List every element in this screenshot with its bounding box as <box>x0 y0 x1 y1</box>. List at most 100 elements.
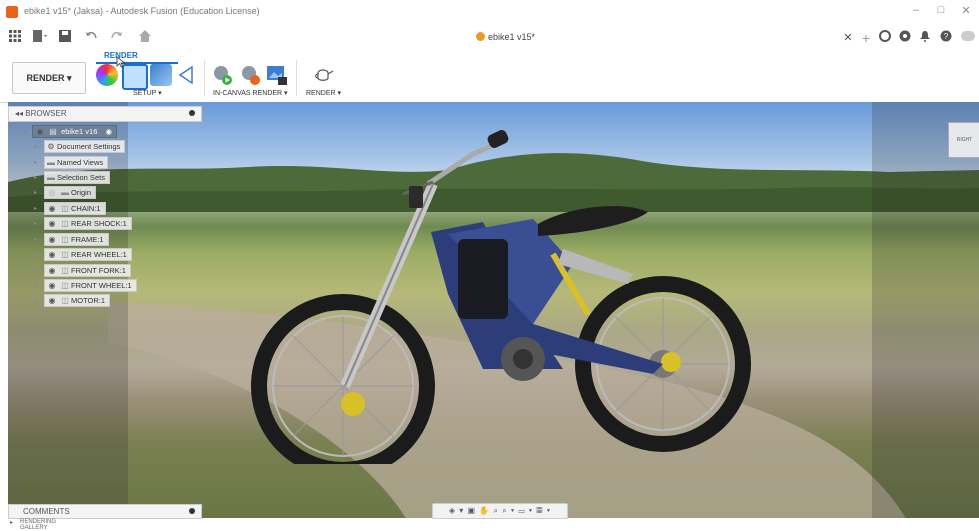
browser-item-origin[interactable]: ◎ ▬ Origin <box>44 186 97 199</box>
render-teapot-icon[interactable] <box>313 64 335 86</box>
rendering-gallery-bar[interactable]: ▸ RENDERING GALLERY <box>0 519 979 531</box>
account-icon[interactable] <box>960 30 976 46</box>
minimize-button[interactable]: – <box>905 4 927 16</box>
pin-icon[interactable] <box>189 110 195 116</box>
maximize-button[interactable]: □ <box>930 4 952 16</box>
file-icon[interactable] <box>30 30 50 44</box>
browser-item-motor[interactable]: ◉ ◫ MOTOR:1 <box>44 294 111 307</box>
expand-node-icon[interactable]: ▸ <box>34 143 37 150</box>
gear-icon: ⚙ <box>47 142 55 151</box>
grid-icon[interactable] <box>8 30 22 44</box>
browser-item-label: Selection Sets <box>57 173 105 182</box>
expand-node-icon[interactable]: ▸ <box>34 297 37 304</box>
view-cube[interactable]: RIGHT <box>948 122 979 158</box>
browser-item-label: FRONT WHEEL:1 <box>71 281 132 290</box>
browser-title-text: BROWSER <box>25 109 67 118</box>
browser-item-document-settings[interactable]: ⚙ Document Settings <box>44 140 126 153</box>
expand-root-icon[interactable]: ◢ <box>22 128 27 135</box>
browser-item-rear-wheel[interactable]: ◉ ◫ REAR WHEEL:1 <box>44 248 132 261</box>
ribbon-separator <box>296 60 297 96</box>
pin-icon[interactable] <box>189 508 195 514</box>
visibility-eye-icon[interactable]: ◉ <box>45 280 59 291</box>
browser-item-chain[interactable]: ◉ ◫ CHAIN:1 <box>44 202 106 215</box>
browser-item-front-wheel[interactable]: ◉ ◫ FRONT WHEEL:1 <box>44 279 137 292</box>
expand-node-icon[interactable]: ▸ <box>34 282 37 289</box>
ribbon: RENDER RENDER ▾ SETUP ▾ IN-CANVAS RENDER… <box>0 51 979 103</box>
browser-item-label: Document Settings <box>57 142 121 151</box>
browser-item-label: Origin <box>71 188 92 197</box>
quick-access-bar: ebike1 v15* ✕ + ? <box>0 24 979 53</box>
rendering-gallery-text: RENDERING GALLERY <box>20 519 57 531</box>
extensions-icon[interactable] <box>877 30 893 46</box>
visibility-eye-icon[interactable]: ◉ <box>45 265 59 276</box>
workspace-label: RENDER <box>26 73 65 83</box>
visibility-eye-icon[interactable]: ◉ <box>45 203 59 214</box>
render-canvas[interactable] <box>8 102 979 518</box>
expand-node-icon[interactable]: ▸ <box>34 236 37 243</box>
ebike-model[interactable] <box>233 124 753 464</box>
appearance-icon[interactable] <box>96 64 118 86</box>
browser-item-named-views[interactable]: ▬ Named Views <box>44 156 109 169</box>
home-icon[interactable] <box>138 30 152 44</box>
component-icon: ◫ <box>61 219 69 228</box>
browser-item-rear-shock[interactable]: ◉ ◫ REAR SHOCK:1 <box>44 217 132 230</box>
in-canvas-render-group-label[interactable]: IN-CANVAS RENDER ▾ <box>213 89 288 97</box>
undo-icon[interactable] <box>84 30 102 44</box>
expand-node-icon[interactable]: ▸ <box>34 251 37 258</box>
visibility-eye-icon[interactable]: ◉ <box>45 249 59 260</box>
panel-shadow-right <box>872 102 979 518</box>
view-cube-face-label: RIGHT <box>956 137 973 143</box>
texture-map-icon[interactable] <box>150 64 172 86</box>
job-status-icon[interactable] <box>897 30 913 46</box>
expand-node-icon[interactable]: ▸ <box>34 267 37 274</box>
in-canvas-render-icon[interactable] <box>212 64 234 86</box>
window-title: ebike1 v15* (Jaksa) - Autodesk Fusion (E… <box>24 6 260 16</box>
visibility-eye-icon[interactable]: ◉ <box>33 126 47 137</box>
document-icon <box>476 32 485 41</box>
browser-item-front-fork[interactable]: ◉ ◫ FRONT FORK:1 <box>44 264 131 277</box>
save-icon[interactable] <box>58 30 72 44</box>
rendering-gallery-label: ▸ RENDERING GALLERY <box>10 519 57 531</box>
browser-item-label: FRAME:1 <box>71 235 104 244</box>
visibility-eye-icon[interactable]: ◉ <box>45 234 59 245</box>
setup-group-label[interactable]: SETUP ▾ <box>133 89 162 97</box>
expand-node-icon[interactable]: ▸ <box>34 159 37 166</box>
browser-item-label: MOTOR:1 <box>71 296 106 305</box>
capture-image-icon[interactable] <box>266 64 288 86</box>
browser-item-label: Named Views <box>57 158 104 167</box>
visibility-eye-icon[interactable]: ◉ <box>45 295 59 306</box>
help-icon[interactable]: ? <box>938 30 954 46</box>
browser-root-node[interactable]: ◉ ▤ ebike1 v16 ◉ <box>32 125 118 138</box>
browser-item-label: FRONT FORK:1 <box>71 266 126 275</box>
component-icon: ◫ <box>61 204 69 213</box>
document-tab[interactable]: ebike1 v15* <box>476 32 535 42</box>
comments-panel[interactable]: COMMENTS <box>8 504 202 519</box>
browser-item-frame[interactable]: ◉ ◫ FRAME:1 <box>44 233 109 246</box>
visibility-eye-icon[interactable]: ◉ <box>45 218 59 229</box>
redo-icon[interactable] <box>108 30 126 44</box>
mouse-cursor-icon <box>116 56 126 68</box>
in-canvas-render-settings-icon[interactable] <box>240 64 262 86</box>
close-tab-icon[interactable]: ✕ <box>840 30 856 46</box>
close-window-button[interactable]: ✕ <box>955 4 977 17</box>
expand-node-icon[interactable]: ▸ <box>34 205 37 212</box>
navigation-toolbar[interactable]: ◈ ▾ ▣ ✋ ⌕ ⌕ ▾ ▭ ▾ ▦ ▾ <box>432 503 568 519</box>
browser-item-selection-sets[interactable]: ▬ Selection Sets <box>44 171 110 184</box>
svg-text:?: ? <box>944 32 949 41</box>
expand-node-icon[interactable]: ▸ <box>34 220 37 227</box>
visibility-eye-icon[interactable]: ◎ <box>45 187 59 198</box>
browser-panel-header[interactable]: ◂◂ BROWSER <box>8 106 202 122</box>
workspace-switcher-button[interactable]: RENDER ▾ <box>12 62 86 94</box>
notifications-icon[interactable] <box>917 30 933 46</box>
document-tab-label: ebike1 v15* <box>488 32 536 42</box>
expand-node-icon[interactable]: ▸ <box>34 174 37 181</box>
folder-icon: ▬ <box>47 158 55 167</box>
new-tab-icon[interactable]: + <box>858 30 874 46</box>
decal-icon[interactable] <box>176 64 198 86</box>
expand-node-icon[interactable]: ▸ <box>34 189 37 196</box>
activate-radio-icon[interactable]: ◉ <box>105 127 112 136</box>
render-group-label[interactable]: RENDER ▾ <box>306 89 341 97</box>
navigation-tools-icons[interactable]: ◈ ▾ ▣ ✋ ⌕ ⌕ ▾ ▭ ▾ ▦ ▾ <box>449 506 551 515</box>
ribbon-separator <box>204 60 205 96</box>
component-icon: ◫ <box>61 250 69 259</box>
